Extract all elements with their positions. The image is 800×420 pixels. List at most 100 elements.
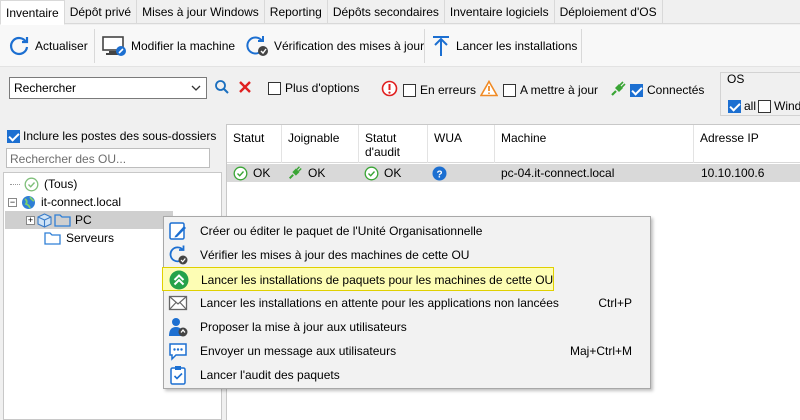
toolbar-separator: [424, 29, 425, 63]
tree-label: (Tous): [44, 177, 78, 191]
toolbar: Actualiser Modifier la machine Vérificat…: [0, 25, 800, 67]
user-update-icon: [169, 318, 188, 337]
connected-checkbox[interactable]: Connectés: [630, 83, 704, 97]
ou-context-menu: Créer ou éditer le paquet de l'Unité Org…: [162, 216, 651, 389]
menu-label: Envoyer un message aux utilisateurs: [200, 344, 397, 358]
check-circle-icon: [364, 166, 379, 180]
tree-node-servers[interactable]: Serveurs: [44, 229, 114, 247]
menu-item-check-ou-updates[interactable]: Vérifier les mises à jour des machines d…: [164, 243, 650, 267]
tab-inventaire[interactable]: Inventaire: [0, 0, 65, 25]
envelope-icon: [168, 295, 188, 311]
tree-node-pc[interactable]: + PC: [5, 211, 173, 229]
toolbar-separator: [581, 29, 582, 63]
menu-shortcut: Maj+Ctrl+M: [569, 344, 632, 358]
check-circle-icon: [24, 177, 39, 191]
menu-item-edit-ou-package[interactable]: Créer ou éditer le paquet de l'Unité Org…: [164, 219, 650, 243]
warning-icon: [480, 80, 498, 97]
os-all-label: all: [744, 99, 757, 113]
computer-edit-icon: [102, 36, 126, 56]
to-update-checkbox[interactable]: A mettre à jour: [503, 83, 598, 97]
tree-node-all[interactable]: (Tous): [10, 175, 77, 193]
check-updates-button[interactable]: Vérification des mises à jour: [244, 32, 424, 60]
launch-installs-button[interactable]: Lancer les installations: [430, 32, 577, 60]
menu-item-launch-ou-installs[interactable]: Lancer les installations de paquets pour…: [162, 267, 554, 291]
refresh-button[interactable]: Actualiser: [7, 32, 88, 60]
error-icon: [381, 80, 398, 97]
menu-item-launch-pending-installs[interactable]: Lancer les installations en attente pour…: [164, 291, 650, 315]
collapse-icon[interactable]: −: [8, 197, 17, 207]
search-combo[interactable]: Rechercher: [9, 77, 207, 99]
tree-label: PC: [75, 213, 92, 227]
tree-label: it-connect.local: [41, 195, 122, 209]
tab-depot-prive[interactable]: Dépôt privé: [65, 0, 138, 24]
os-all-box[interactable]: [728, 99, 741, 113]
cell-audit-status: OK: [364, 164, 401, 182]
col-status[interactable]: Statut: [227, 125, 282, 163]
launch-installs-label: Lancer les installations: [456, 39, 578, 53]
cell-text: OK: [308, 166, 326, 180]
menu-label: Lancer les installations en attente pour…: [200, 296, 559, 310]
check-updates-icon: [246, 36, 268, 56]
ou-search-input[interactable]: Rechercher des OU...: [6, 148, 210, 168]
more-options-label: Plus d'options: [285, 81, 360, 95]
edit-machine-label: Modifier la machine: [131, 39, 236, 53]
refresh-label: Actualiser: [35, 39, 88, 53]
tab-deploiement-os[interactable]: Déploiement d'OS: [555, 0, 663, 24]
menu-item-propose-update[interactable]: Proposer la mise à jour aux utilisateurs: [164, 315, 650, 339]
col-ip[interactable]: Adresse IP: [694, 125, 800, 163]
cell-text: OK: [384, 166, 402, 180]
in-error-checkbox[interactable]: En erreurs: [403, 83, 476, 97]
ou-search-placeholder: Rechercher des OU...: [10, 152, 127, 166]
arrow-up-icon: [433, 36, 449, 56]
tab-depots-secondaires[interactable]: Dépôts secondaires: [328, 0, 445, 24]
os-windows-checkbox[interactable]: Wind: [758, 99, 800, 113]
os-windows-label: Wind: [774, 99, 800, 113]
menu-label: Lancer les installations de paquets pour…: [201, 273, 554, 287]
cell-text: OK: [253, 166, 271, 180]
col-wua[interactable]: WUA: [428, 125, 495, 163]
folder-icon: [44, 232, 61, 245]
double-chevron-up-icon: [169, 270, 189, 290]
tab-mises-a-jour-windows[interactable]: Mises à jour Windows: [137, 0, 265, 24]
refresh-icon: [9, 36, 29, 56]
col-reachable[interactable]: Joignable: [282, 125, 359, 163]
clear-icon[interactable]: [238, 80, 252, 94]
os-all-checkbox[interactable]: all: [728, 99, 756, 113]
tab-reporting[interactable]: Reporting: [265, 0, 328, 24]
edit-document-icon: [169, 222, 186, 240]
tab-inventaire-logiciels[interactable]: Inventaire logiciels: [445, 0, 555, 24]
include-subfolders-checkbox[interactable]: Inclure les postes des sous-dossiers: [7, 129, 216, 143]
connected-label: Connectés: [647, 83, 705, 97]
grid-header: Statut Joignable Statut d'audit WUA Mach…: [227, 125, 800, 163]
cell-status: OK: [233, 164, 270, 182]
more-options-checkbox[interactable]: Plus d'options: [268, 81, 359, 95]
menu-label: Vérifier les mises à jour des machines d…: [200, 248, 470, 262]
more-options-box[interactable]: [268, 81, 281, 95]
check-circle-icon: [233, 166, 248, 180]
search-icon[interactable]: [214, 79, 230, 95]
help-circle-icon: ?: [432, 166, 447, 180]
expand-icon[interactable]: +: [26, 215, 35, 225]
menu-item-send-message[interactable]: Envoyer un message aux utilisateurs Maj+…: [164, 339, 650, 363]
chevron-down-icon[interactable]: [190, 82, 202, 94]
cell-wua: ?: [432, 164, 447, 182]
menu-item-launch-audit[interactable]: Lancer l'audit des paquets: [164, 363, 650, 387]
to-update-label: A mettre à jour: [520, 83, 599, 97]
tree-label: Serveurs: [66, 231, 115, 245]
to-update-box[interactable]: [503, 83, 516, 97]
tree-node-domain[interactable]: − it-connect.local: [8, 193, 121, 211]
check-updates-label: Vérification des mises à jour: [274, 39, 425, 53]
plug-icon: [288, 166, 302, 180]
globe-icon: [22, 195, 35, 209]
os-windows-box[interactable]: [758, 99, 771, 113]
cell-machine: pc-04.it-connect.local: [501, 166, 615, 180]
edit-machine-button[interactable]: Modifier la machine: [101, 32, 235, 60]
table-row[interactable]: OK OK OK ? pc-04.it-connect.local 10.10.…: [227, 164, 800, 182]
include-subfolders-label: Inclure les postes des sous-dossiers: [23, 129, 217, 143]
menu-shortcut: Ctrl+P: [598, 296, 632, 310]
col-machine[interactable]: Machine: [495, 125, 694, 163]
in-error-box[interactable]: [403, 83, 416, 97]
connected-box[interactable]: [630, 83, 643, 97]
include-subfolders-box[interactable]: [7, 129, 20, 143]
col-audit-status[interactable]: Statut d'audit: [359, 125, 428, 163]
